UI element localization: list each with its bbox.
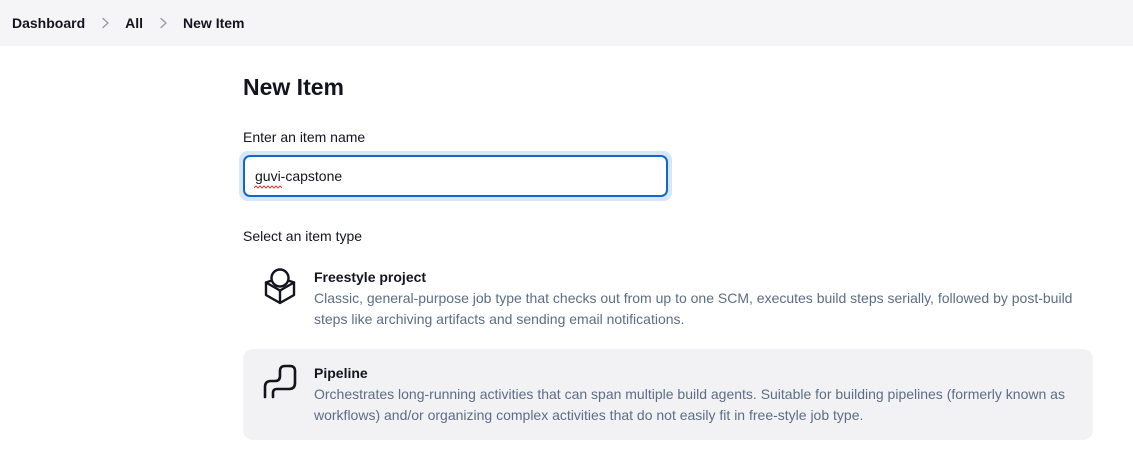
item-name-input[interactable] <box>243 155 668 197</box>
item-name-focus-ring <box>239 151 672 201</box>
breadcrumb-all[interactable]: All <box>125 15 143 31</box>
pipeline-icon <box>261 363 299 403</box>
chevron-right-icon <box>157 17 169 29</box>
chevron-right-icon <box>99 17 111 29</box>
item-type-label: Select an item type <box>243 228 363 244</box>
item-type-freestyle[interactable]: Freestyle project Classic, general-purpo… <box>243 253 1093 339</box>
breadcrumb-dashboard[interactable]: Dashboard <box>12 15 85 31</box>
item-type-description: Orchestrates long-running activities tha… <box>314 386 1065 423</box>
item-type-pipeline[interactable]: Pipeline Orchestrates long-running activ… <box>243 349 1093 440</box>
page-title: New Item <box>243 74 344 100</box>
freestyle-project-icon <box>261 265 299 305</box>
item-name-label: Enter an item name <box>243 129 366 145</box>
breadcrumb-bar: Dashboard All New Item <box>0 0 1133 46</box>
item-type-name: Pipeline <box>314 365 368 381</box>
item-type-name: Freestyle project <box>314 269 427 285</box>
breadcrumb-current: New Item <box>183 15 245 31</box>
item-type-description: Classic, general-purpose job type that c… <box>314 290 1073 327</box>
